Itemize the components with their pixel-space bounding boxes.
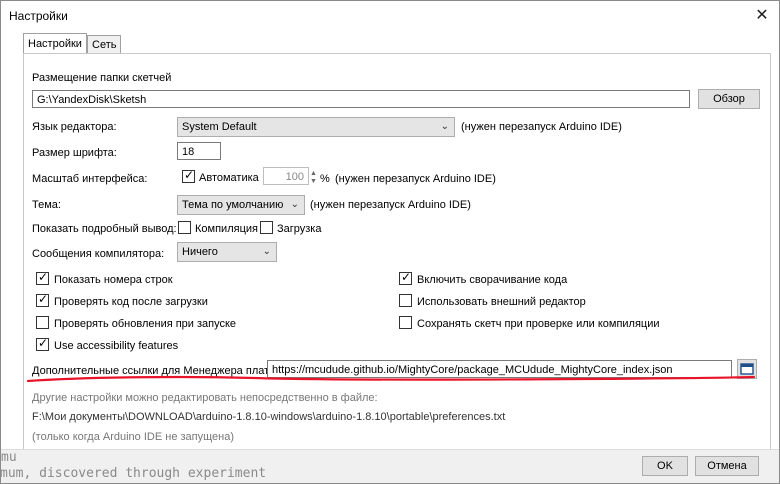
external-editor-checkbox[interactable] — [399, 294, 412, 307]
theme-value: Тема по умолчанию — [182, 199, 284, 211]
verbose-compile-checkbox[interactable] — [178, 221, 191, 234]
sketchbook-path-input[interactable]: G:\YandexDisk\Sketsh — [32, 90, 690, 108]
background-code-line: mum, discovered through experiment — [0, 466, 267, 481]
accessibility-checkbox[interactable] — [36, 336, 49, 351]
show-line-numbers-label: Показать номера строк — [54, 274, 173, 286]
cancel-button[interactable]: Отмена — [695, 456, 759, 476]
compiler-warnings-label: Сообщения компилятора: — [32, 248, 165, 260]
font-size-label: Размер шрифта: — [32, 147, 117, 159]
theme-select[interactable]: Тема по умолчанию ⌄ — [177, 195, 305, 215]
dialog-title: Настройки — [9, 9, 68, 23]
verbose-upload-label: Загрузка — [277, 223, 322, 235]
tab-network[interactable]: Сеть — [87, 35, 122, 54]
scale-unit: % — [320, 173, 330, 185]
external-editor-label: Использовать внешний редактор — [417, 296, 586, 308]
ok-button[interactable]: OK — [642, 456, 688, 476]
scale-auto-checkbox[interactable] — [182, 168, 195, 183]
compiler-warnings-value: Ничего — [182, 246, 218, 258]
scale-label: Масштаб интерфейса: — [32, 173, 148, 185]
background-code-line: mu — [1, 450, 17, 465]
chevron-down-icon: ⌄ — [440, 121, 449, 132]
tab-settings[interactable]: Настройки — [23, 33, 87, 55]
editor-language-value: System Default — [182, 121, 257, 133]
settings-panel: Размещение папки скетчей G:\YandexDisk\S… — [23, 53, 771, 451]
close-icon[interactable]: ✕ — [751, 6, 773, 26]
more-prefs-info: Другие настройки можно редактировать неп… — [32, 392, 378, 404]
code-folding-checkbox[interactable] — [399, 270, 412, 285]
verify-after-upload-checkbox[interactable] — [36, 292, 49, 307]
font-size-input[interactable]: 18 — [177, 142, 221, 160]
preferences-file-path[interactable]: F:\Мои документы\DOWNLOAD\arduino-1.8.10… — [32, 411, 505, 423]
scale-auto-label: Автоматика — [199, 172, 259, 184]
scale-note: (нужен перезапуск Arduino IDE) — [335, 173, 496, 185]
editor-language-note: (нужен перезапуск Arduino IDE) — [461, 121, 622, 133]
check-updates-label: Проверять обновления при запуске — [54, 318, 237, 330]
chevron-down-icon: ⌄ — [262, 246, 271, 257]
show-line-numbers-checkbox[interactable] — [36, 270, 49, 285]
check-updates-checkbox[interactable] — [36, 316, 49, 329]
verify-after-upload-label: Проверять код после загрузки — [54, 296, 208, 308]
preferences-dialog: Настройки ✕ Настройки Сеть Размещение па… — [0, 0, 780, 484]
save-on-verify-label: Сохранять скетч при проверке или компиля… — [417, 318, 660, 330]
compiler-warnings-select[interactable]: Ничего ⌄ — [177, 242, 277, 262]
accessibility-label: Use accessibility features — [54, 340, 179, 352]
stepper-arrows-icon[interactable]: ▲ ▼ — [310, 170, 317, 186]
verbose-compile-label: Компиляция — [195, 223, 258, 235]
theme-label: Тема: — [32, 199, 61, 211]
browse-button[interactable]: Обзор — [698, 89, 760, 109]
editor-language-select[interactable]: System Default ⌄ — [177, 117, 455, 137]
verbose-label: Показать подробный вывод: — [32, 223, 177, 235]
more-prefs-note: (только когда Arduino IDE не запущена) — [32, 431, 235, 443]
verbose-upload-checkbox[interactable] — [260, 221, 273, 234]
theme-note: (нужен перезапуск Arduino IDE) — [310, 199, 471, 211]
code-folding-label: Включить сворачивание кода — [417, 274, 568, 286]
chevron-down-icon: ⌄ — [290, 199, 299, 210]
save-on-verify-checkbox[interactable] — [399, 316, 412, 329]
editor-language-label: Язык редактора: — [32, 121, 117, 133]
annotation-underline — [26, 375, 756, 383]
title-bar: Настройки ✕ — [1, 1, 779, 31]
sketchbook-label: Размещение папки скетчей — [32, 72, 172, 84]
scale-percent-input[interactable]: 100 — [263, 167, 309, 185]
